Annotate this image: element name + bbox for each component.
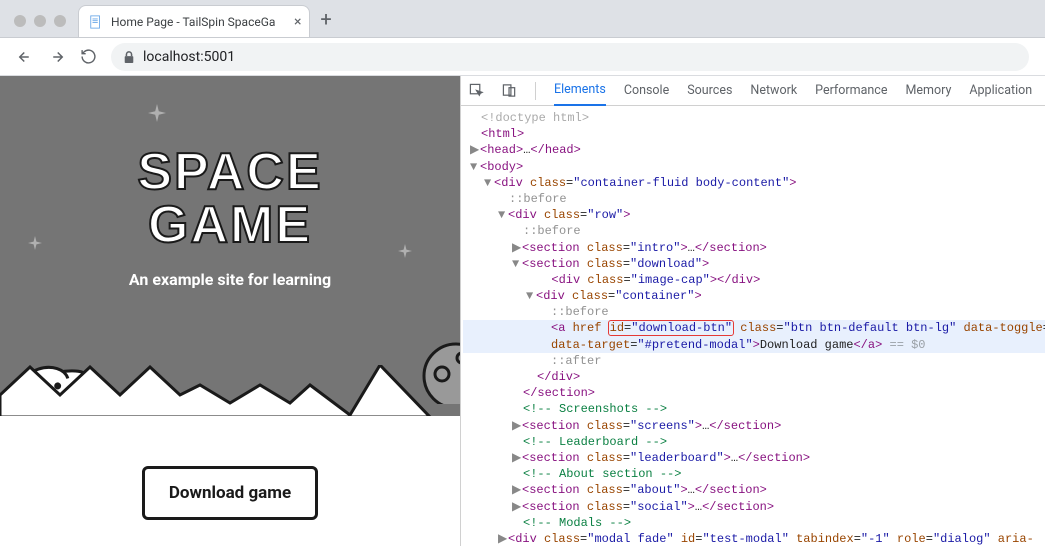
dom-row[interactable]: ▼<div class="row"> (463, 207, 1045, 223)
dom-pseudo-before[interactable]: ::before (463, 223, 1045, 239)
dom-leaderboard[interactable]: ▶<section class="leaderboard">…</section… (463, 450, 1045, 466)
tagline: An example site for learning (0, 270, 460, 289)
dom-pseudo-after[interactable]: ::after (463, 353, 1045, 369)
back-button[interactable] (16, 48, 34, 66)
download-button-wrap: Download game (0, 466, 460, 520)
dom-doctype[interactable]: <!doctype html> (463, 110, 1045, 126)
dom-comment-screenshots[interactable]: <!-- Screenshots --> (463, 401, 1045, 417)
browser-tab[interactable]: Home Page - TailSpin SpaceGa × (78, 5, 310, 37)
star-icon (398, 244, 412, 258)
reload-button[interactable] (80, 48, 97, 65)
tab-elements[interactable]: Elements (554, 75, 606, 106)
dom-pseudo-before[interactable]: ::before (463, 191, 1045, 207)
dom-pseudo-before[interactable]: ::before (463, 304, 1045, 320)
lock-icon (123, 50, 135, 64)
tab-performance[interactable]: Performance (815, 76, 887, 105)
dom-comment-leaderboard[interactable]: <!-- Leaderboard --> (463, 434, 1045, 450)
dom-social[interactable]: ▶<section class="social">…</section> (463, 499, 1045, 515)
mountains-icon (0, 365, 460, 416)
dom-html-open[interactable]: <html> (463, 126, 1045, 142)
dom-comment-about[interactable]: <!-- About section --> (463, 466, 1045, 482)
title-line-2: GAME (0, 199, 460, 252)
star-icon (148, 104, 166, 122)
dom-div-close[interactable]: </div> (463, 369, 1045, 385)
window-controls[interactable] (14, 15, 66, 27)
dom-head[interactable]: ▶<head>…</head> (463, 142, 1045, 158)
devtools-tabs: Elements Console Sources Network Perform… (461, 76, 1045, 106)
device-toggle-icon[interactable] (502, 83, 517, 98)
dom-intro[interactable]: ▶<section class="intro">…</section> (463, 240, 1045, 256)
dom-image-cap[interactable]: <div class="image-cap"></div> (463, 272, 1045, 288)
forward-button[interactable] (48, 48, 66, 66)
star-icon (28, 236, 42, 250)
tab-application[interactable]: Application (969, 76, 1032, 105)
dom-about[interactable]: ▶<section class="about">…</section> (463, 482, 1045, 498)
traffic-close[interactable] (14, 15, 26, 27)
download-game-button[interactable]: Download game (142, 466, 318, 520)
browser-nav-bar: localhost:5001 (0, 38, 1045, 76)
address-bar[interactable]: localhost:5001 (111, 43, 1029, 71)
content-area: SPACE GAME An example site for learning (0, 76, 1045, 546)
browser-tab-strip: Home Page - TailSpin SpaceGa × + (0, 0, 1045, 38)
hero-section: SPACE GAME An example site for learning (0, 76, 460, 416)
tab-title: Home Page - TailSpin SpaceGa (111, 15, 275, 29)
new-tab-button[interactable]: + (320, 7, 331, 31)
tab-network[interactable]: Network (750, 76, 797, 105)
separator (535, 82, 536, 100)
dom-comment-modals[interactable]: <!-- Modals --> (463, 515, 1045, 531)
tab-memory[interactable]: Memory (905, 76, 951, 105)
dom-anchor-highlighted[interactable]: <a href id="download-btn" class="btn btn… (463, 320, 1045, 336)
inspect-icon[interactable] (469, 83, 484, 98)
devtools-panel: Elements Console Sources Network Perform… (460, 76, 1045, 546)
dom-anchor-line2[interactable]: data-target="#pretend-modal">Download ga… (463, 337, 1045, 353)
traffic-min[interactable] (34, 15, 46, 27)
dom-screens[interactable]: ▶<section class="screens">…</section> (463, 418, 1045, 434)
page-title: SPACE GAME (0, 146, 460, 252)
tab-sources[interactable]: Sources (687, 76, 732, 105)
dom-download-section[interactable]: ▼<section class="download"> (463, 256, 1045, 272)
title-line-1: SPACE (0, 146, 460, 199)
traffic-max[interactable] (54, 15, 66, 27)
dom-modal[interactable]: ▶<div class="modal fade" id="test-modal"… (463, 531, 1045, 546)
url-text: localhost:5001 (143, 49, 235, 65)
rendered-page: SPACE GAME An example site for learning (0, 76, 460, 546)
dom-container-inner[interactable]: ▼<div class="container"> (463, 288, 1045, 304)
dom-body-open[interactable]: ▼<body> (463, 159, 1045, 175)
tab-console[interactable]: Console (624, 76, 669, 105)
tab-close-button[interactable]: × (294, 15, 301, 29)
dom-container[interactable]: ▼<div class="container-fluid body-conten… (463, 175, 1045, 191)
page-favicon-icon (89, 15, 103, 29)
dom-section-close[interactable]: </section> (463, 385, 1045, 401)
dom-tree[interactable]: <!doctype html> <html> ▶<head>…</head> ▼… (461, 106, 1045, 546)
